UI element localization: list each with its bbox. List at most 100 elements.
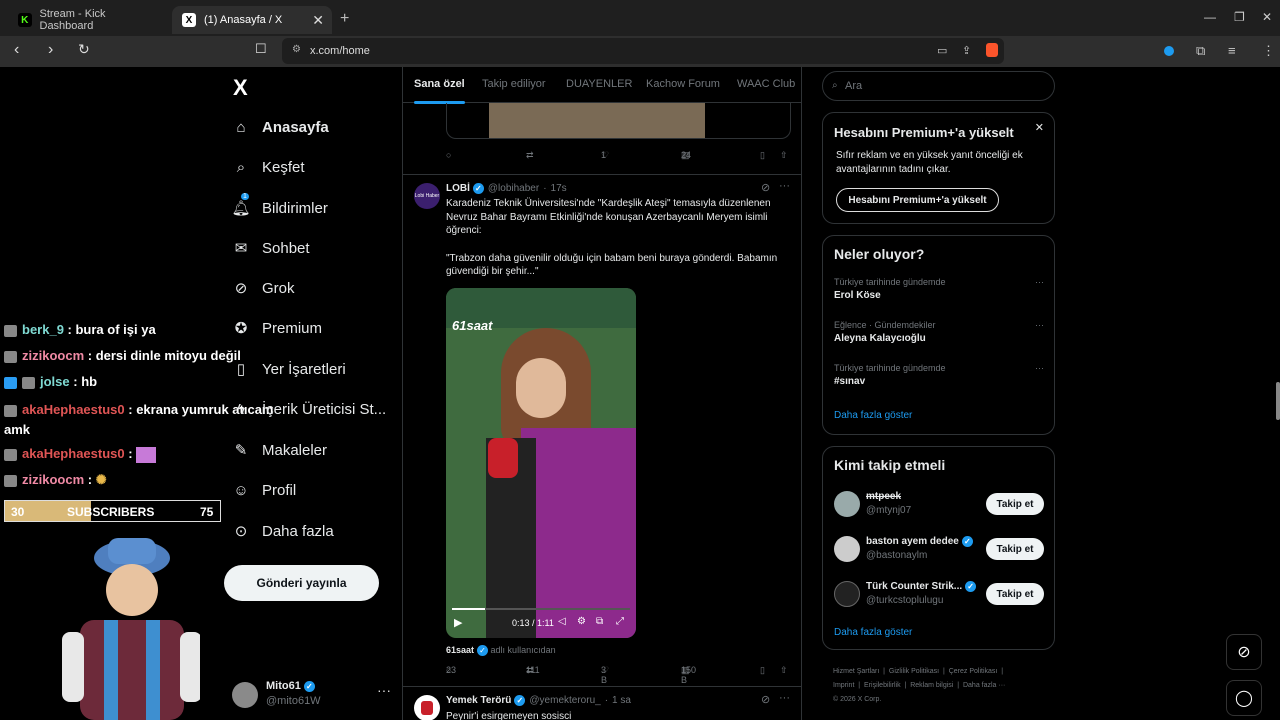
- nav-home[interactable]: ⌂ Anasayfa: [232, 112, 328, 142]
- follow-suggestion[interactable]: mtpeek @mtynj07 Takip et: [823, 487, 1054, 523]
- bookmark-icon[interactable]: ▯: [760, 665, 765, 676]
- show-more-follow-link[interactable]: Daha fazla göster: [834, 627, 912, 638]
- video-source[interactable]: 61saat ✓ adlı kullanıcıdan: [446, 645, 556, 657]
- footer-link[interactable]: Erişilebilirlik: [864, 682, 901, 689]
- bookmark-page-icon[interactable]: ☐: [255, 41, 267, 57]
- footer-link[interactable]: Imprint: [833, 682, 854, 689]
- trend-item[interactable]: Eğlence · Gündemdekiler Aleyna Kalaycıoğl…: [834, 320, 1044, 344]
- nav-notifications[interactable]: 🔔︎ 1 Bildirimler: [231, 193, 328, 223]
- previous-tweet-media[interactable]: [446, 103, 791, 139]
- share-icon[interactable]: ⇧: [780, 665, 788, 676]
- reload-icon[interactable]: ↻: [78, 41, 90, 58]
- nav-profile[interactable]: ☺ Profil: [232, 475, 296, 505]
- nav-explore[interactable]: ⌕ Keşfet: [232, 152, 305, 182]
- tweet[interactable]: Lobi Haber LOBİ ✓ @lobihaber · 17s ⊘ ··· Kar…: [403, 174, 801, 686]
- follow-button[interactable]: Takip et: [986, 583, 1044, 605]
- like-button[interactable]: ♡ 3 B: [601, 665, 612, 685]
- address-bar[interactable]: ⚙ x.com/home ▭ ⇪: [282, 38, 1004, 64]
- captions-icon[interactable]: ⧉: [596, 616, 603, 627]
- close-icon[interactable]: ✕: [1035, 121, 1044, 134]
- follow-suggestion[interactable]: Türk Counter Strik... ✓ @turkcstoplulugu …: [823, 577, 1054, 613]
- menu-icon[interactable]: ⋮: [1262, 43, 1275, 59]
- tab-waac-club[interactable]: WAAC Club: [737, 78, 795, 90]
- footer-link[interactable]: Reklam bilgisi: [910, 682, 953, 689]
- badge-icon: [4, 324, 17, 337]
- follow-button[interactable]: Takip et: [986, 493, 1044, 515]
- grok-icon[interactable]: ⊘: [761, 181, 770, 194]
- follow-button[interactable]: Takip et: [986, 538, 1044, 560]
- more-icon[interactable]: ···: [1035, 363, 1044, 373]
- extension-icon[interactable]: [1164, 46, 1174, 56]
- reply-button[interactable]: ○ 23: [446, 665, 456, 675]
- retweet-icon[interactable]: ⇄: [526, 150, 534, 161]
- grok-float-button[interactable]: ⊘: [1226, 634, 1262, 670]
- fullscreen-icon[interactable]: ⤢: [616, 616, 624, 627]
- grok-icon: ⊘: [1237, 644, 1251, 661]
- premium-upgrade-button[interactable]: Hesabını Premium+'a yükselt: [836, 188, 999, 212]
- more-icon[interactable]: ···: [1035, 320, 1044, 330]
- footer-link[interactable]: Daha fazla ···: [963, 682, 1005, 689]
- tab-duayenler[interactable]: DUAYENLER: [566, 78, 632, 90]
- share-icon[interactable]: ⇪: [962, 44, 971, 57]
- more-icon[interactable]: ···: [779, 180, 790, 192]
- post-button[interactable]: Gönderi yayınla: [224, 565, 379, 601]
- nav-chat[interactable]: ✉ Sohbet: [232, 233, 310, 263]
- close-tab-icon[interactable]: ✕: [312, 12, 324, 29]
- footer-link[interactable]: Hizmet Şartları: [833, 668, 879, 675]
- more-icon[interactable]: ···: [377, 682, 391, 698]
- tweet-header: LOBİ ✓ @lobihaber · 17s: [446, 183, 567, 195]
- footer-link[interactable]: Gizlilik Politikası: [889, 668, 939, 675]
- nav-more[interactable]: ⊙ Daha fazla: [232, 516, 334, 546]
- messages-float-button[interactable]: ◯: [1226, 680, 1262, 716]
- avatar[interactable]: Lobi Haber: [414, 183, 440, 209]
- nav-premium[interactable]: ✪ Premium: [232, 313, 322, 343]
- show-more-trends-link[interactable]: Daha fazla göster: [834, 410, 912, 421]
- restore-icon[interactable]: ❐: [1234, 10, 1245, 24]
- nav-articles[interactable]: ✎ Makaleler: [232, 435, 327, 465]
- x-logo-icon[interactable]: X: [233, 75, 248, 101]
- notification-badge: 1: [241, 193, 249, 200]
- reply-icon[interactable]: ○: [446, 150, 451, 160]
- close-window-icon[interactable]: ✕: [1262, 10, 1272, 24]
- tab-kick-dashboard[interactable]: K Stream - Kick Dashboard: [8, 6, 168, 34]
- nav-creator-studio[interactable]: ϟ İçerik Üreticisi St...: [232, 394, 386, 424]
- grok-icon[interactable]: ⊘: [761, 693, 770, 706]
- playlist-icon[interactable]: ≡: [1228, 43, 1236, 58]
- site-info-icon[interactable]: ⚙: [292, 44, 301, 55]
- nav-bookmarks[interactable]: ▯ Yer İşaretleri: [232, 354, 346, 384]
- video-progress-track[interactable]: [452, 608, 630, 610]
- account-switcher[interactable]: Mito61 ✓ @mito61W ···: [232, 676, 397, 716]
- like-button[interactable]: ♡ 1: [601, 150, 612, 161]
- follow-suggestion[interactable]: baston ayem dedee ✓ @bastonaylm Takip et: [823, 532, 1054, 568]
- brave-shield-icon[interactable]: [986, 43, 998, 57]
- views-button[interactable]: ▥ 150 B: [681, 665, 696, 685]
- tab-for-you[interactable]: Sana özel: [414, 78, 465, 104]
- tweet[interactable]: Yemek Terörü ✓ @yemekteroru_ · 1 sa ⊘ ··· Pe…: [403, 686, 801, 720]
- volume-icon[interactable]: ◁: [558, 616, 566, 627]
- trend-item[interactable]: Türkiye tarihinde gündemde Erol Köse ···: [834, 277, 1044, 301]
- avatar[interactable]: [414, 695, 440, 720]
- extensions-puzzle-icon[interactable]: ⧉: [1196, 43, 1205, 59]
- footer-link[interactable]: Çerez Politikası: [949, 668, 998, 675]
- views-button[interactable]: ▥ 24: [681, 150, 692, 161]
- new-tab-icon[interactable]: +: [340, 10, 349, 28]
- bookmark-icon[interactable]: ▯: [760, 150, 765, 161]
- nav-grok[interactable]: ⊘ Grok: [232, 273, 295, 303]
- tab-x-home[interactable]: X (1) Anasayfa / X ✕: [172, 6, 332, 34]
- cast-icon[interactable]: ▭: [937, 44, 947, 57]
- tweet-video[interactable]: 61saat ▶ 0:13 / 1:11 ◁ ⚙ ⧉ ⤢: [446, 288, 636, 638]
- forward-icon[interactable]: ›: [48, 41, 53, 59]
- settings-icon[interactable]: ⚙: [577, 616, 586, 627]
- retweet-button[interactable]: ⇄ 111: [526, 665, 540, 676]
- tab-kachow-forum[interactable]: Kachow Forum: [646, 78, 720, 90]
- back-icon[interactable]: ‹: [14, 41, 19, 59]
- share-icon[interactable]: ⇧: [780, 150, 788, 161]
- more-icon[interactable]: ···: [1035, 277, 1044, 287]
- more-icon[interactable]: ···: [779, 692, 790, 704]
- trend-item[interactable]: Türkiye tarihinde gündemde #sınav ···: [834, 363, 1044, 387]
- play-icon[interactable]: ▶: [454, 616, 462, 629]
- page-scrollbar[interactable]: [1276, 382, 1280, 420]
- minimize-icon[interactable]: —: [1204, 10, 1216, 24]
- tab-following[interactable]: Takip ediliyor: [482, 78, 546, 90]
- search-input[interactable]: ⌕ Ara: [822, 71, 1055, 101]
